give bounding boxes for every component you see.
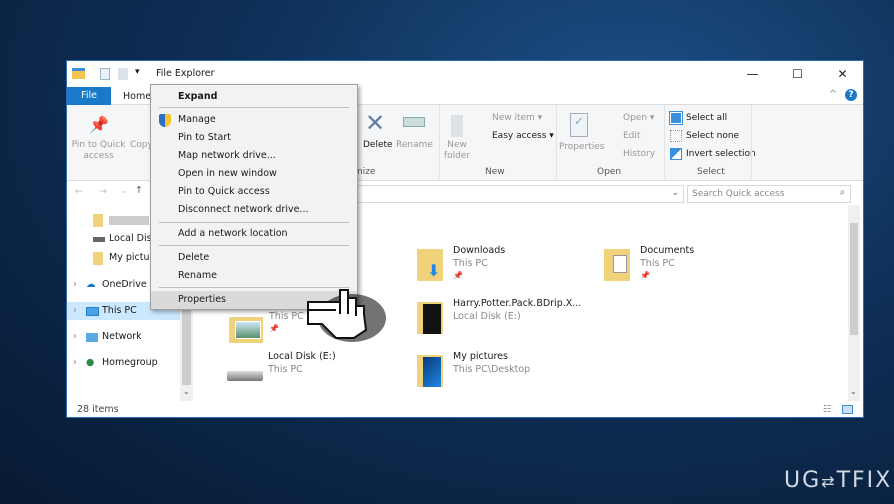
tile-my-pictures[interactable]: My pictures This PC\Desktop [417, 351, 587, 395]
divider [751, 105, 752, 179]
tab-home[interactable]: Home [123, 91, 151, 102]
watermark-logo: UG⇄TFIX [784, 468, 893, 493]
menu-item-add-network-location[interactable]: Add a network location [151, 225, 357, 243]
menu-item-expand[interactable]: Expand [151, 88, 357, 106]
network-icon [86, 333, 98, 342]
organize-group-label: nize [357, 167, 376, 177]
menu-item-map-network-drive[interactable]: Map network drive... [151, 147, 357, 165]
pin-to-quick-access-button[interactable]: Pin to Quick access [71, 140, 126, 162]
menu-separator [159, 222, 349, 223]
this-pc-icon [86, 307, 99, 316]
documents-folder-icon [604, 249, 630, 281]
address-dropdown-icon[interactable]: ⌄ [671, 188, 679, 198]
invert-selection-icon [670, 148, 682, 160]
properties-icon: ✓ [570, 113, 588, 137]
up-button[interactable]: ↑ [135, 185, 143, 196]
tile-local-disk-e[interactable]: Local Disk (E:) This PC [227, 351, 387, 391]
scroll-down-icon[interactable]: ⌄ [183, 387, 190, 396]
menu-separator [159, 107, 349, 108]
rename-icon [403, 117, 425, 127]
large-icons-view-button[interactable] [842, 405, 853, 414]
forward-button[interactable]: → [99, 186, 107, 197]
tile-downloads[interactable]: ⬇ Downloads This PC 📌 [417, 245, 587, 289]
onedrive-icon: ☁ [86, 279, 96, 290]
nav-item-network[interactable]: › Network [67, 328, 180, 346]
video-folder-icon [417, 302, 443, 334]
menu-item-pin-quick-access[interactable]: Pin to Quick access [151, 183, 357, 201]
search-input[interactable]: Search Quick access ⌕ [687, 185, 851, 203]
tile-harry-potter[interactable]: Harry.Potter.Pack.BDrip.X... Local Disk … [417, 298, 617, 342]
divider [664, 105, 665, 179]
rename-button[interactable]: Rename [396, 140, 433, 150]
qat-dropdown-icon[interactable]: ▾ [135, 67, 140, 77]
homegroup-icon: ● [86, 357, 95, 368]
history-button[interactable]: History [623, 149, 655, 159]
invert-selection-button[interactable]: Invert selection [686, 149, 756, 159]
new-folder-icon [451, 115, 463, 137]
pin-icon: 📌 [453, 271, 463, 280]
downloads-folder-icon: ⬇ [417, 249, 443, 281]
properties-qat-icon[interactable] [100, 68, 110, 80]
help-icon[interactable]: ? [845, 89, 857, 101]
explorer-icon [72, 68, 85, 79]
select-all-button[interactable]: Select all [686, 113, 727, 123]
select-group-label: Select [697, 167, 725, 177]
my-pictures-folder-icon [417, 355, 443, 387]
window-title: File Explorer [156, 68, 215, 79]
content-scrollbar-thumb[interactable] [850, 223, 858, 335]
close-button[interactable]: ✕ [820, 61, 863, 87]
minimize-button[interactable]: — [730, 61, 775, 87]
address-bar[interactable]: ⌄ [357, 185, 684, 203]
pin-icon: 📌 [269, 324, 279, 333]
divider [439, 105, 440, 179]
search-icon: ⌕ [839, 187, 845, 198]
drive-icon [227, 371, 263, 381]
menu-item-manage[interactable]: Manage [151, 111, 357, 129]
delete-button[interactable]: Delete [363, 140, 393, 150]
easy-access-button[interactable]: Easy access ▾ [492, 131, 554, 141]
hand-cursor-icon [307, 289, 386, 342]
pin-icon: 📌 [89, 115, 109, 134]
divider [556, 105, 557, 179]
search-placeholder: Search Quick access [692, 189, 785, 199]
pictures-folder-icon [229, 317, 263, 343]
delete-icon: ✕ [365, 109, 386, 137]
content-scrollbar[interactable]: ⌄ [848, 205, 860, 401]
collapse-ribbon-icon[interactable]: ^ [829, 89, 837, 100]
maximize-button[interactable]: ☐ [775, 61, 820, 87]
properties-button[interactable]: Properties [559, 142, 604, 152]
details-view-button[interactable]: ☷ [823, 404, 832, 415]
menu-item-delete[interactable]: Delete [151, 249, 357, 267]
item-count: 28 items [77, 404, 119, 415]
pin-icon: 📌 [640, 271, 650, 280]
menu-separator [159, 245, 349, 246]
status-bar: 28 items ☷ [67, 401, 863, 417]
recent-locations-icon[interactable]: ⌄ [121, 186, 128, 195]
tile-documents[interactable]: Documents This PC 📌 [604, 245, 774, 289]
new-item-button[interactable]: New item ▾ [492, 113, 542, 123]
scroll-down-icon[interactable]: ⌄ [850, 387, 857, 396]
select-all-icon [669, 111, 683, 125]
menu-item-disconnect-network-drive[interactable]: Disconnect network drive... [151, 201, 357, 219]
open-button[interactable]: Open ▾ [623, 113, 654, 123]
new-folder-qat-icon[interactable] [118, 68, 128, 80]
new-group-label: New [485, 167, 505, 177]
context-menu: Expand Manage Pin to Start Map network d… [150, 84, 358, 310]
menu-item-pin-to-start[interactable]: Pin to Start [151, 129, 357, 147]
open-group-label: Open [597, 167, 622, 177]
edit-button[interactable]: Edit [623, 131, 640, 141]
menu-item-open-new-window[interactable]: Open in new window [151, 165, 357, 183]
tab-file[interactable]: File [67, 87, 111, 105]
back-button[interactable]: ← [75, 186, 83, 197]
select-none-icon [670, 130, 682, 142]
select-none-button[interactable]: Select none [686, 131, 739, 141]
new-folder-button[interactable]: New folder [441, 140, 473, 162]
nav-item-homegroup[interactable]: › ● Homegroup [67, 354, 180, 372]
